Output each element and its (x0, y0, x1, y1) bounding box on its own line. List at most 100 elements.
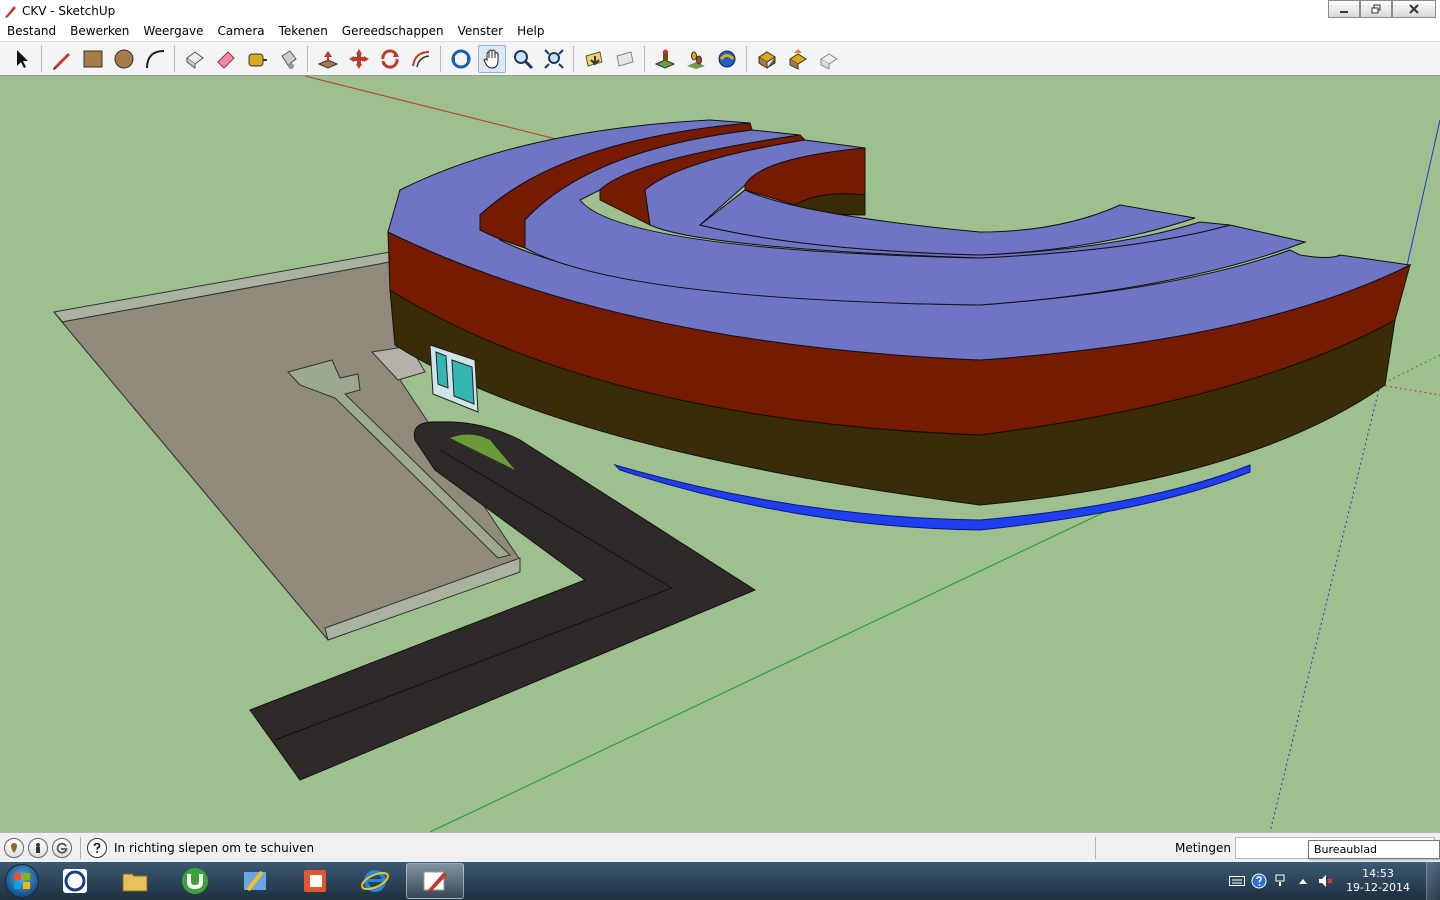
clock-date: 19-12-2014 (1346, 881, 1410, 894)
rotate-tool-button[interactable] (376, 45, 404, 73)
share-component-tool-button[interactable] (815, 45, 843, 73)
help-circle-icon (1251, 873, 1267, 889)
toolbar-separator (307, 45, 308, 72)
volume-icon[interactable] (1317, 873, 1333, 889)
close-icon (1409, 4, 1419, 14)
zoom-tool-button[interactable] (509, 45, 537, 73)
rotate-icon (380, 48, 399, 69)
make-component-tool-button[interactable] (181, 45, 209, 73)
share-model-tool-button[interactable] (784, 45, 812, 73)
geo-location-icon[interactable] (4, 837, 24, 858)
help-icon[interactable] (87, 837, 107, 858)
previous-view-tool-button[interactable] (580, 45, 608, 73)
get-models-tool-button[interactable] (753, 45, 781, 73)
status-instruction: In richting slepen om te schuiven (114, 840, 315, 855)
folder-icon (122, 873, 148, 892)
circle-tool-button[interactable] (110, 45, 138, 73)
menu-gereedschappen[interactable]: Gereedschappen (335, 21, 451, 42)
next-view-icon (615, 50, 634, 67)
menu-help[interactable]: Help (510, 21, 551, 42)
restore-icon (1371, 4, 1381, 14)
menu-bewerken[interactable]: Bewerken (63, 21, 136, 42)
arc-tool-button[interactable] (141, 45, 169, 73)
restore-button[interactable] (1360, 0, 1392, 18)
keyboard-glyph-icon (1229, 876, 1246, 886)
network-glyph-icon (1275, 874, 1285, 886)
paint-icon (244, 870, 266, 892)
rectangle-tool-button[interactable] (79, 45, 107, 73)
close-button[interactable] (1392, 0, 1436, 18)
zoom-magnifier-icon (513, 49, 533, 69)
look-around-tool-button[interactable] (713, 45, 741, 73)
window-titlebar: CKV - SketchUp (0, 0, 1440, 21)
minimize-icon (1340, 11, 1348, 13)
show-hidden-icons[interactable] (1295, 873, 1311, 889)
window-title: CKV - SketchUp (22, 3, 116, 18)
sketchup-app-icon (5, 5, 16, 18)
eraser-icon (216, 50, 235, 69)
taskbar-sketchup[interactable] (406, 863, 464, 899)
paint-bucket-tool-button[interactable] (274, 45, 302, 73)
model-scene (53, 76, 1440, 832)
tape-measure-tool-button[interactable] (243, 45, 271, 73)
toolbar-separator (573, 45, 574, 72)
position-camera-icon (654, 49, 675, 69)
taskbar-clock[interactable]: 14:53 19-12-2014 (1346, 867, 1410, 895)
network-icon[interactable] (1273, 873, 1289, 889)
taskbar-explorer[interactable] (106, 863, 164, 899)
keyboard-icon[interactable] (1229, 873, 1246, 889)
show-desktop-button[interactable] (1426, 862, 1440, 900)
toolbar-separator (174, 45, 175, 72)
pan-tool-button[interactable] (477, 44, 506, 73)
geo-location-glyph-icon (11, 842, 17, 853)
walk-tool-button[interactable] (682, 45, 710, 73)
credits-icon[interactable] (28, 837, 48, 858)
taskbar-paint[interactable] (226, 863, 284, 899)
move-tool-button[interactable] (345, 45, 373, 73)
share-model-icon (788, 48, 807, 70)
line-tool-button[interactable] (48, 45, 76, 73)
pencil-icon (52, 52, 70, 70)
status-bar: In richting slepen om te schuiven Meting… (0, 832, 1440, 862)
circle-icon (114, 49, 133, 68)
share-component-icon (819, 52, 838, 70)
start-button[interactable] (0, 862, 44, 900)
menu-bar: Bestand Bewerken Weergave Camera Tekenen… (0, 21, 1440, 42)
menu-venster[interactable]: Venster (451, 21, 511, 42)
show-desktop-tooltip: Bureaublad weergeven (1308, 840, 1440, 873)
google-sign-in-icon[interactable] (52, 837, 72, 858)
taskbar-powerpoint[interactable] (286, 863, 344, 899)
internet-explorer-icon (361, 870, 389, 892)
push-pull-tool-button[interactable] (314, 45, 342, 73)
pan-hand-icon (482, 49, 498, 69)
eraser-tool-button[interactable] (212, 45, 240, 73)
utorrent-icon (182, 868, 208, 894)
toolbar-separator (440, 45, 441, 72)
select-tool-button[interactable] (8, 45, 36, 73)
next-view-tool-button[interactable] (611, 45, 639, 73)
orbit-tool-button[interactable] (447, 45, 475, 73)
taskbar-sketchbook[interactable] (46, 863, 104, 899)
push-pull-icon (317, 50, 338, 69)
taskbar-utorrent[interactable] (166, 863, 224, 899)
help-tray-icon[interactable] (1251, 873, 1267, 889)
offset-tool-button[interactable] (407, 45, 435, 73)
component-icon (185, 50, 204, 69)
rectangle-icon (83, 50, 102, 67)
modeling-viewport[interactable] (0, 76, 1440, 832)
minimize-button[interactable] (1328, 0, 1360, 18)
menu-camera[interactable]: Camera (211, 21, 272, 42)
move-icon (348, 48, 369, 69)
position-camera-tool-button[interactable] (651, 45, 679, 73)
select-arrow-icon (16, 49, 28, 68)
zoom-extents-icon (543, 48, 564, 69)
menu-bestand[interactable]: Bestand (0, 21, 63, 42)
chevron-up-icon (1299, 879, 1308, 884)
toolbar-separator (746, 45, 747, 72)
sketchup-task-icon (423, 871, 447, 892)
menu-tekenen[interactable]: Tekenen (272, 21, 335, 42)
taskbar-internet-explorer[interactable] (346, 863, 404, 899)
menu-weergave[interactable]: Weergave (136, 21, 210, 42)
toolbar-separator (644, 45, 645, 72)
zoom-extents-tool-button[interactable] (540, 45, 568, 73)
